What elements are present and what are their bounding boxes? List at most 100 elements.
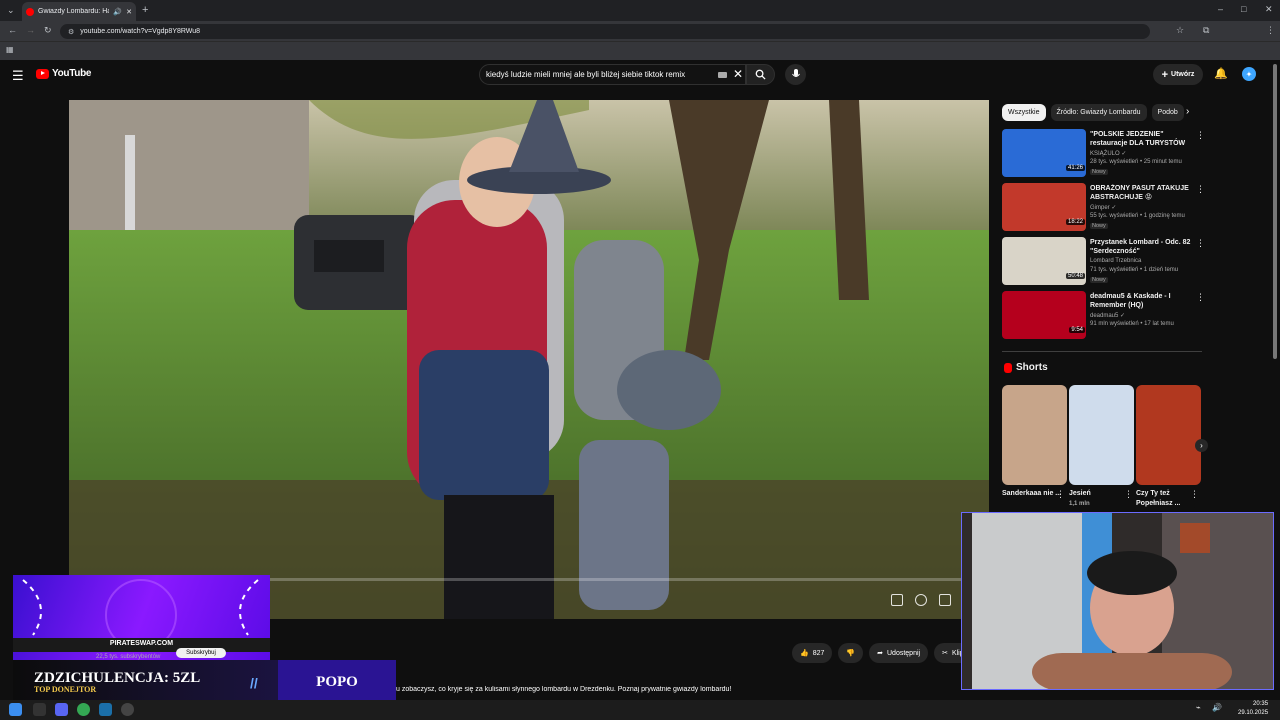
steam-icon[interactable] (99, 703, 112, 716)
microphone-icon (791, 69, 800, 77)
share-button[interactable]: ➦ Udostępnij (869, 643, 929, 663)
video-player[interactable] (69, 100, 989, 619)
share-arrow-icon: ➦ (877, 650, 883, 657)
video-frame (69, 100, 989, 619)
chevron-right-icon[interactable]: › (1186, 106, 1189, 117)
new-badge: Nowy (1090, 277, 1108, 283)
speaker-icon: 🔊 (113, 8, 123, 16)
site-info-icon[interactable]: ⚙ (68, 28, 74, 36)
url-text: youtube.com/watch?v=Vgdp8Y8RWu8 (80, 28, 201, 35)
browser-tab[interactable]: Gwiazdy Lombardu: Hallo... 🔊 ✕ (22, 2, 136, 21)
volume-icon[interactable]: 🔊 (1212, 703, 1222, 712)
page-scrollbar[interactable] (1273, 64, 1277, 359)
plus-icon: + (1161, 68, 1169, 81)
forward-icon[interactable]: → (26, 25, 35, 35)
maximize-icon[interactable]: □ (1241, 4, 1246, 14)
more-options-icon[interactable]: ⋮ (1056, 489, 1065, 500)
short-title[interactable]: Sanderkaaa nie ... (1002, 489, 1062, 499)
miniplayer-icon[interactable] (939, 594, 951, 606)
minimize-icon[interactable]: – (1218, 4, 1223, 14)
short-views: 1,1 mln (1069, 501, 1090, 507)
share-label: Udostępnij (887, 649, 921, 657)
voice-search-button[interactable] (785, 64, 806, 85)
video-title[interactable]: deadmau5 & Kaskade - I Remember (HQ) (1090, 292, 1194, 310)
close-tab-icon[interactable]: ✕ (126, 8, 132, 16)
more-options-icon[interactable]: ⋮ (1124, 489, 1133, 500)
browser-menu-icon[interactable]: ⋮ (1266, 25, 1275, 36)
duration-badge: 50:48 (1065, 273, 1085, 279)
more-options-icon[interactable]: ⋮ (1196, 130, 1205, 141)
chrome-icon[interactable] (77, 703, 90, 716)
short-thumbnail[interactable] (1136, 385, 1201, 485)
thumbs-down-icon: 👎 (846, 650, 856, 657)
short-thumbnail[interactable] (1002, 385, 1067, 485)
more-options-icon[interactable]: ⋮ (1190, 489, 1199, 500)
like-button[interactable]: 👍 827 (792, 643, 833, 663)
app-icon[interactable] (121, 703, 134, 716)
close-window-icon[interactable]: ✕ (1265, 4, 1273, 15)
short-title-text: Jesień (1069, 490, 1091, 497)
system-clock[interactable]: 20:35 29.10.2025 (1238, 700, 1268, 718)
video-meta: 71 tys. wyświetleń • 1 dzień temu (1090, 267, 1179, 273)
short-thumbnail[interactable] (1069, 385, 1134, 485)
keyboard-icon[interactable] (718, 72, 727, 78)
apps-grid-icon[interactable]: ▦ (6, 45, 14, 54)
discord-icon[interactable] (55, 703, 68, 716)
clear-search-icon[interactable]: ✕ (733, 67, 743, 81)
url-field[interactable]: ⚙ youtube.com/watch?v=Vgdp8Y8RWu8 (60, 24, 1150, 39)
reload-icon[interactable]: ↻ (44, 25, 52, 36)
more-options-icon[interactable]: ⋮ (1196, 238, 1205, 249)
channel-name[interactable]: deadmau5 ✓ (1090, 312, 1125, 319)
dislike-button[interactable]: 👎 (838, 643, 864, 663)
create-button[interactable]: + Utwórz (1153, 64, 1203, 85)
settings-gear-icon[interactable] (915, 594, 927, 606)
new-tab-icon[interactable]: + (142, 4, 148, 16)
search-button[interactable] (746, 64, 775, 85)
youtube-favicon-icon (26, 7, 34, 16)
extensions-icon[interactable]: ⧉ (1203, 25, 1209, 36)
network-icon[interactable]: ⌁ (1196, 703, 1201, 712)
recommendation-item[interactable]: 18:22 OBRAŻONY PASUT ATAKUJE ABSTRACHUJE… (1002, 183, 1207, 233)
video-actions: 👍 827 👎 ➦ Udostępnij ✂ Klip (792, 643, 972, 663)
subscribe-button[interactable]: Subskrybuj (176, 648, 226, 658)
chip-similar[interactable]: Podob (1151, 104, 1184, 121)
recommendation-item[interactable]: 50:48 Przystanek Lombard - Odc. 82 "Serd… (1002, 237, 1207, 287)
bookmark-star-icon[interactable]: ☆ (1176, 25, 1184, 36)
windows-start-icon[interactable] (9, 703, 22, 716)
recommendation-item[interactable]: 9:54 deadmau5 & Kaskade - I Remember (HQ… (1002, 291, 1207, 341)
video-title[interactable]: "POLSKIE JEDZENIE" restauracje DLA TURYS… (1090, 130, 1194, 148)
video-description[interactable]: u zobaczysz, co kryje się za kulisami sł… (396, 686, 956, 696)
tab-list-icon[interactable]: ⌄ (7, 5, 15, 16)
channel-name[interactable]: Gimper ✓ (1090, 204, 1116, 211)
video-title[interactable]: Przystanek Lombard - Odc. 82 "Serdecznoś… (1090, 238, 1194, 256)
video-meta: 91 mln wyświetleń • 17 lat temu (1090, 321, 1174, 327)
search-input[interactable]: kiedyś ludzie mieli mniej ale byli bliże… (479, 64, 746, 85)
search-icon (755, 69, 766, 80)
video-title[interactable]: OBRAŻONY PASUT ATAKUJE ABSTRACHUJE 😡 (1090, 184, 1194, 202)
new-badge: Nowy (1090, 223, 1108, 229)
more-options-icon[interactable]: ⋮ (1196, 292, 1205, 303)
more-options-icon[interactable]: ⋮ (1196, 184, 1205, 195)
app-icon[interactable] (33, 703, 46, 716)
new-badge: Nowy (1090, 169, 1108, 175)
duration-badge: 18:22 (1065, 219, 1085, 225)
subtitles-icon[interactable] (891, 594, 903, 606)
duration-badge: 41:26 (1065, 165, 1085, 171)
recommendation-item[interactable]: 41:26 "POLSKIE JEDZENIE" restauracje DLA… (1002, 129, 1207, 179)
thumbs-up-icon: 👍 (800, 650, 809, 657)
chip-source[interactable]: Źródło: Gwiazdy Lombardu (1050, 104, 1147, 121)
short-title[interactable]: Czy Ty też Popełniasz ... (1136, 489, 1196, 509)
notifications-bell-icon[interactable]: 🔔 (1214, 67, 1228, 80)
chevron-right-icon[interactable]: › (1195, 439, 1208, 452)
short-title[interactable]: Jesień 1,1 mln (1069, 489, 1129, 509)
back-icon[interactable]: ← (8, 25, 17, 35)
channel-name[interactable]: Lombard Trzebnica (1090, 258, 1141, 264)
account-avatar[interactable]: ✦ (1242, 67, 1256, 81)
hamburger-menu-icon[interactable]: ☰ (12, 68, 24, 84)
youtube-logo[interactable]: YouTube (36, 68, 92, 79)
os-taskbar (0, 700, 1280, 720)
shorts-icon (1004, 362, 1012, 373)
channel-name[interactable]: KSIĄŻULO ✓ (1090, 150, 1126, 157)
chip-all[interactable]: Wszystkie (1002, 104, 1046, 121)
streamer-webcam (961, 512, 1274, 690)
